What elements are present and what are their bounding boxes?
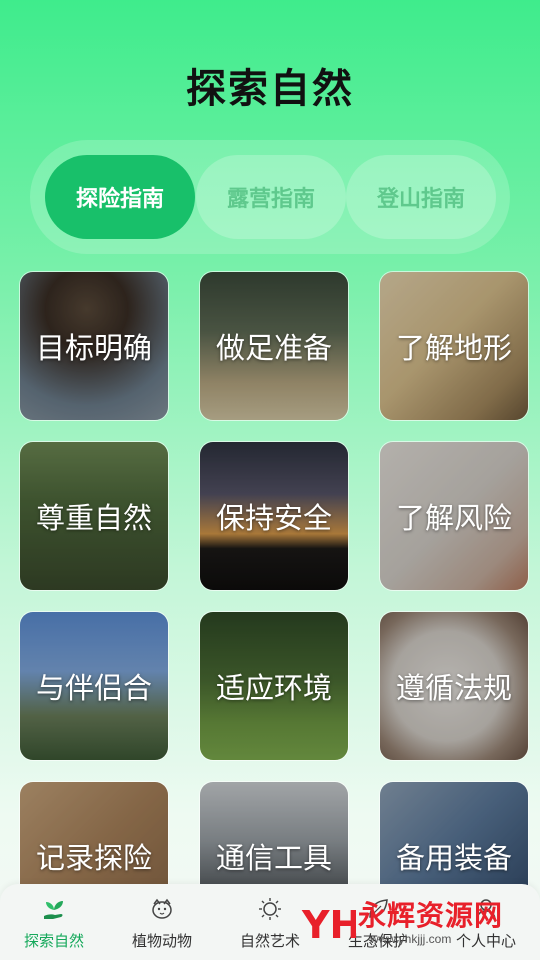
card-respect-nature[interactable]: 尊重自然: [19, 441, 169, 591]
card-team-with-partner[interactable]: 与伴侣合: [19, 611, 169, 761]
nav-label: 植物动物: [131, 933, 192, 950]
logo-text: YH: [301, 903, 356, 947]
site-watermark: YH 永辉资源网 www.yhkjjj.com: [300, 888, 540, 960]
card-label: 适应环境: [215, 673, 332, 705]
card-label: 了解地形: [395, 333, 512, 365]
sun-icon: [259, 898, 281, 920]
guide-card-grid: 目标明确 做足准备 了解地形 尊重自然 保持安全 了解风险 与伴侣合 适应环境: [0, 0, 540, 960]
card-label: 与伴侣合: [35, 673, 152, 705]
card-clear-goal[interactable]: 目标明确: [19, 271, 169, 421]
nav-explore-nature[interactable]: 探索自然: [0, 884, 108, 960]
card-label: 做足准备: [215, 333, 332, 365]
card-know-terrain[interactable]: 了解地形: [379, 271, 529, 421]
animal-face-icon: [152, 898, 172, 919]
card-label: 遵循法规: [395, 673, 512, 705]
yh-logo-icon: YH: [301, 903, 356, 947]
card-label: 目标明确: [35, 333, 152, 365]
card-label: 保持安全: [215, 503, 332, 535]
nav-label: 探索自然: [23, 933, 84, 950]
watermark-text: 永辉资源网: [358, 899, 504, 932]
sprout-hand-icon: [44, 901, 63, 919]
card-adapt-environment[interactable]: 适应环境: [199, 611, 349, 761]
card-follow-regulations[interactable]: 遵循法规: [379, 611, 529, 761]
nav-plants-animals[interactable]: 植物动物: [108, 884, 216, 960]
card-label: 了解风险: [395, 503, 512, 535]
card-know-risks[interactable]: 了解风险: [379, 441, 529, 591]
card-prepare[interactable]: 做足准备: [199, 271, 349, 421]
watermark-url: www.yhkjjj.com: [370, 932, 452, 946]
card-stay-safe[interactable]: 保持安全: [199, 441, 349, 591]
card-label: 尊重自然: [35, 503, 152, 535]
